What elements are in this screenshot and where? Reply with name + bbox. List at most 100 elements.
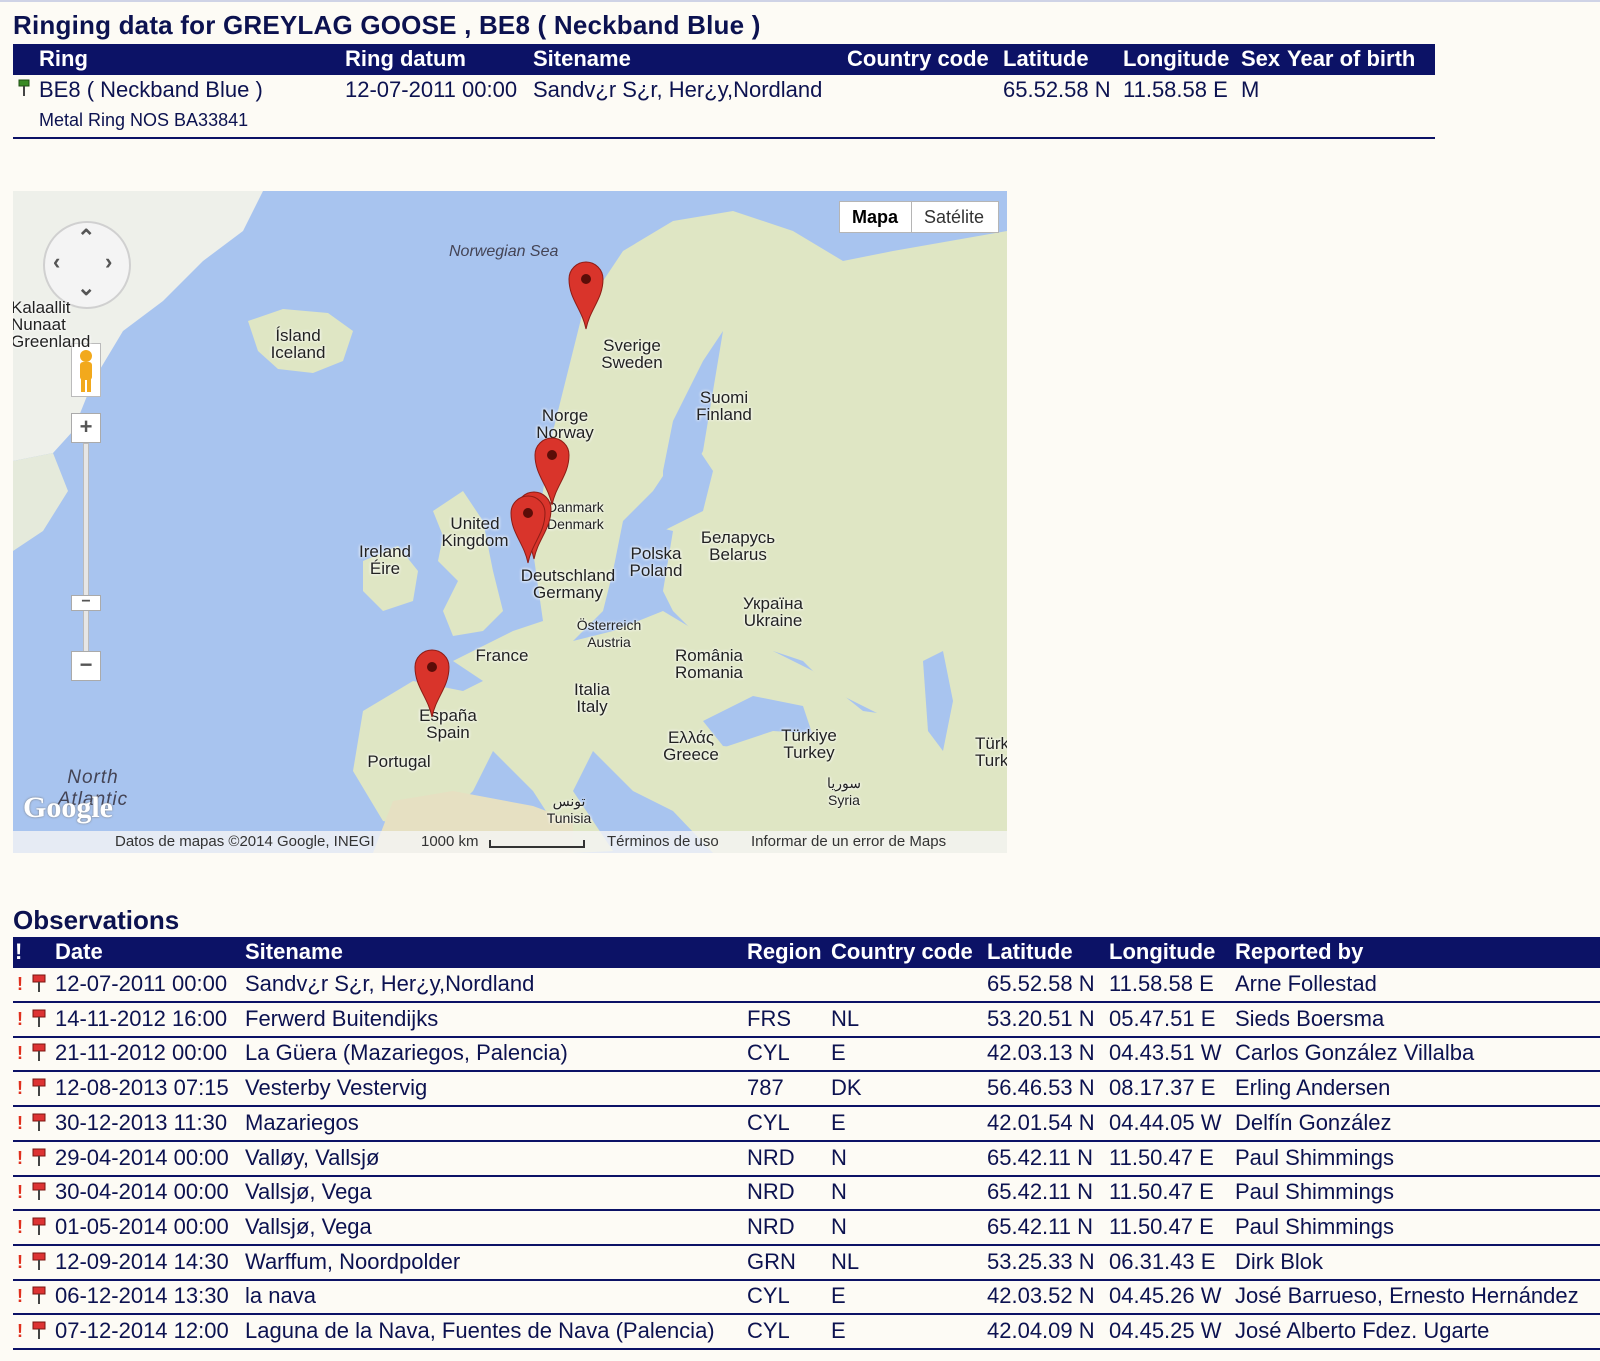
col-ring: Ring (39, 46, 88, 71)
alert-icon[interactable]: ! (17, 1286, 23, 1307)
observation-marker-spain[interactable] (413, 647, 451, 719)
red-pin-icon[interactable] (31, 1217, 47, 1243)
label-turkey: Türkiye Turkey (781, 726, 837, 762)
alert-icon[interactable]: ! (17, 1009, 23, 1030)
pan-right-icon[interactable]: › (105, 249, 112, 275)
alert-icon[interactable]: ! (17, 1148, 23, 1169)
red-pin-icon[interactable] (31, 1252, 47, 1278)
map-type-mapa-button[interactable]: Mapa (839, 201, 913, 233)
map-type-satellite-button[interactable]: Satélite (911, 201, 999, 233)
alert-icon[interactable]: ! (17, 1321, 23, 1342)
observation-marker-norway[interactable] (567, 259, 605, 331)
alert-icon[interactable]: ! (17, 1182, 23, 1203)
label-france: France (475, 646, 529, 665)
obs-sitename: Ferwerd Buitendijks (245, 1005, 439, 1031)
red-pin-icon[interactable] (31, 1148, 47, 1174)
metal-ring: Metal Ring NOS BA33841 (39, 110, 249, 130)
obs-country: E (831, 1318, 846, 1343)
label-finland: Suomi Finland (696, 388, 752, 424)
observation-marker-netherlands-2[interactable] (509, 493, 547, 565)
col-country-code: Country code (847, 46, 989, 71)
col-sitename: Sitename (533, 46, 631, 71)
observation-row: ! 06-12-2014 13:30 la nava CYL E 42.03.52 N 04… (13, 1280, 1600, 1316)
col-region: Region (747, 939, 822, 964)
alert-icon[interactable]: ! (17, 1113, 23, 1134)
alert-icon[interactable]: ! (17, 974, 23, 995)
red-pin-icon[interactable] (31, 1078, 47, 1104)
label-syria: سوريا Syria (827, 775, 861, 808)
obs-reported-by: Delfín González (1235, 1109, 1392, 1135)
alert-icon[interactable]: ! (17, 1252, 23, 1273)
obs-latitude: 56.46.53 N (987, 1075, 1095, 1101)
label-germany: Deutschland Germany (520, 566, 616, 602)
label-iceland: Ísland Iceland (270, 326, 326, 362)
obs-country: E (831, 1040, 846, 1066)
obs-longitude: 06.31.43 E (1109, 1248, 1216, 1274)
ring-datum: 12-07-2011 00:00 (345, 77, 518, 102)
red-pin-icon[interactable] (31, 1113, 47, 1139)
red-pin-icon[interactable] (31, 1286, 47, 1312)
col-date: Date (55, 939, 103, 964)
ring-longitude: 11.58.58 E (1123, 77, 1228, 102)
obs-date: 30-04-2014 00:00 (55, 1179, 229, 1205)
obs-reported-by: José Alberto Fdez. Ugarte (1235, 1318, 1490, 1343)
observation-row: ! 01-05-2014 00:00 Vallsjø, Vega NRD N 65.42.… (13, 1211, 1600, 1246)
zoom-out-button[interactable]: − (71, 651, 101, 681)
label-portugal: Portugal (367, 752, 431, 771)
obs-longitude: 11.58.58 E (1109, 971, 1214, 996)
observation-row: ! 12-08-2013 07:15 Vesterby Vestervig 787 DK… (13, 1072, 1600, 1108)
red-pin-icon[interactable] (31, 1009, 47, 1035)
obs-country: E (831, 1109, 846, 1135)
map-view[interactable]: Mapa Satélite ⌃ ‹ › ⌄ + − − Norwegian Se… (13, 191, 1007, 853)
obs-region: CYL (747, 1109, 790, 1135)
map-scale-bar (489, 840, 585, 848)
obs-sitename: Vallsjø, Vega (245, 1179, 372, 1205)
col-ring-datum: Ring datum (345, 46, 466, 71)
col-latitude: Latitude (1003, 46, 1089, 71)
alert-icon[interactable]: ! (17, 1078, 23, 1099)
label-uk: United Kingdom (441, 514, 509, 550)
col-longitude: Longitude (1123, 46, 1230, 71)
zoom-slider-handle[interactable]: − (71, 594, 101, 611)
ring-latitude: 65.52.58 N (1003, 77, 1111, 102)
alert-icon[interactable]: ! (17, 1043, 23, 1064)
red-pin-icon[interactable] (31, 974, 47, 1000)
observation-row: ! 21-11-2012 00:00 La Güera (Mazariegos, P… (13, 1037, 1600, 1073)
map-report-error-link[interactable]: Informar de un error de Maps (751, 831, 946, 853)
pan-left-icon[interactable]: ‹ (53, 249, 60, 275)
obs-sitename: Laguna de la Nava, Fuentes de Nava (Pale… (245, 1318, 715, 1343)
red-pin-icon[interactable] (31, 1321, 47, 1347)
obs-longitude: 11.50.47 E (1109, 1144, 1214, 1170)
obs-region: CYL (747, 1040, 790, 1066)
red-pin-icon[interactable] (31, 1043, 47, 1069)
obs-latitude: 42.03.13 N (987, 1040, 1095, 1066)
obs-latitude: 42.03.52 N (987, 1283, 1095, 1309)
obs-sitename: Warffum, Noordpolder (245, 1248, 461, 1274)
obs-longitude: 11.50.47 E (1109, 1213, 1214, 1239)
map-terms-link[interactable]: Términos de uso (607, 831, 719, 853)
obs-date: 07-12-2014 12:00 (55, 1318, 229, 1343)
obs-latitude: 53.25.33 N (987, 1248, 1095, 1274)
ring-sitename: Sandv¿r S¿r, Her¿y,Nordland (533, 77, 823, 102)
zoom-slider-track[interactable] (83, 443, 89, 665)
obs-reported-by: Sieds Boersma (1235, 1005, 1385, 1031)
street-view-pegman-icon[interactable] (71, 343, 101, 397)
label-poland: Polska Poland (629, 544, 683, 580)
pan-down-icon[interactable]: ⌄ (77, 275, 95, 301)
observation-row: ! 12-09-2014 14:30 Warffum, Noordpolder GRN… (13, 1246, 1600, 1281)
alert-icon[interactable]: ! (17, 1217, 23, 1238)
observations-title: Observations (13, 905, 180, 935)
pan-up-icon[interactable]: ⌃ (77, 225, 95, 251)
label-sweden: Sverige Sweden (601, 336, 663, 372)
zoom-in-button[interactable]: + (71, 413, 101, 443)
green-pin-icon[interactable] (17, 79, 31, 105)
obs-date: 14-11-2012 16:00 (55, 1005, 228, 1031)
obs-reported-by: Arne Follestad (1235, 971, 1377, 996)
col-longitude: Longitude (1109, 939, 1216, 964)
red-pin-icon[interactable] (31, 1182, 47, 1208)
pan-control[interactable]: ⌃ ‹ › ⌄ (43, 221, 131, 309)
obs-reported-by: Paul Shimmings (1235, 1179, 1394, 1205)
obs-sitename: Sandv¿r S¿r, Her¿y,Nordland (245, 971, 535, 996)
obs-sitename: Valløy, Vallsjø (245, 1144, 380, 1170)
obs-date: 29-04-2014 00:00 (55, 1144, 229, 1170)
